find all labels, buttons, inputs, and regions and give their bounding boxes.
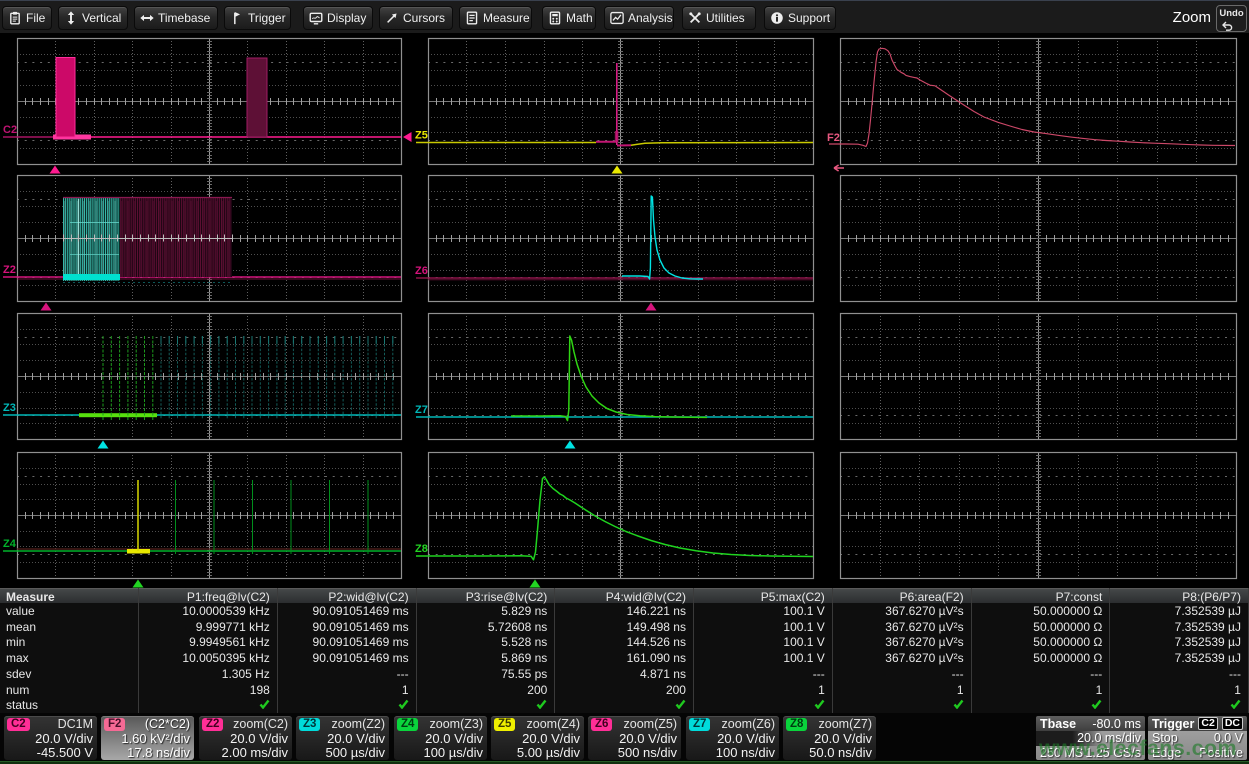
svg-text:Z2: Z2 <box>3 264 16 276</box>
svg-text:Z5: Z5 <box>415 130 428 142</box>
svg-text:F2: F2 <box>827 132 840 144</box>
svg-text:Z6: Z6 <box>415 265 428 277</box>
svg-text:Z7: Z7 <box>415 404 428 416</box>
svg-text:Z3: Z3 <box>3 402 16 414</box>
svg-text:C2: C2 <box>3 124 17 136</box>
svg-text:Z8: Z8 <box>415 543 428 555</box>
svg-text:Z4: Z4 <box>3 538 17 550</box>
